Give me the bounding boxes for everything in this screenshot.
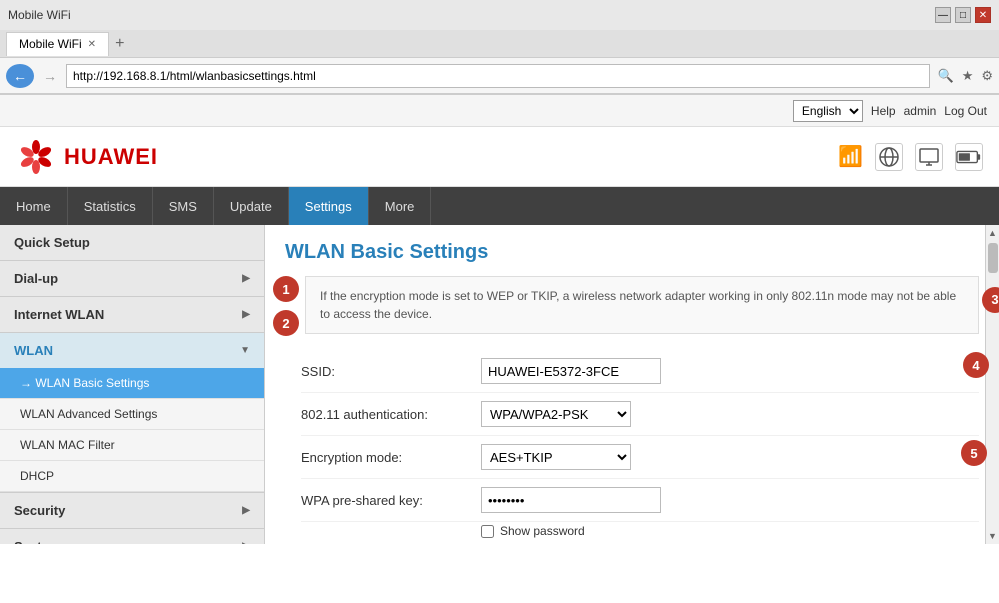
sidebar-section-dialup: Dial-up ▶: [0, 261, 264, 297]
forward-button[interactable]: →: [38, 64, 62, 88]
content-area: WLAN Basic Settings 1 2 3 If the encrypt…: [265, 225, 999, 544]
logout-link[interactable]: Log Out: [944, 104, 987, 118]
enc-control: AES+TKIP AES TKIP 5: [481, 444, 979, 470]
sidebar-item-wlan-basic[interactable]: WLAN Basic Settings: [0, 368, 264, 399]
nav-home[interactable]: Home: [0, 187, 68, 225]
admin-label: admin: [904, 104, 937, 118]
chevron-down-icon: ▼: [240, 345, 250, 356]
wpa-row: WPA pre-shared key:: [301, 479, 979, 522]
show-password-checkbox[interactable]: [481, 525, 494, 538]
sidebar-item-wlan-mac[interactable]: WLAN MAC Filter: [0, 430, 264, 461]
scrollbar-right[interactable]: ▲ ▼: [985, 225, 999, 544]
sidebar-item-dhcp[interactable]: DHCP: [0, 461, 264, 492]
sidebar-header-quicksetup[interactable]: Quick Setup: [0, 225, 264, 260]
nav-more[interactable]: More: [369, 187, 432, 225]
maximize-button[interactable]: □: [955, 7, 971, 23]
scroll-thumb[interactable]: [988, 243, 998, 273]
language-select[interactable]: English: [793, 100, 863, 122]
sidebar-section-internetwlan: Internet WLAN ▶: [0, 297, 264, 333]
auth-label: 802.11 authentication:: [301, 407, 481, 422]
minimize-button[interactable]: —: [935, 7, 951, 23]
sidebar-section-wlan: WLAN ▼ WLAN Basic Settings WLAN Advanced…: [0, 333, 264, 493]
sidebar-section-security: Security ▶: [0, 493, 264, 529]
scroll-down-arrow[interactable]: ▼: [985, 528, 999, 544]
show-password-row: Show password: [301, 522, 979, 540]
huawei-logo: HUAWEI: [16, 139, 158, 175]
sidebar-header-system[interactable]: System ▶: [0, 529, 264, 544]
nav-sms[interactable]: SMS: [153, 187, 214, 225]
sidebar-section-system: System ▶: [0, 529, 264, 544]
settings-icon[interactable]: ⚙: [981, 68, 993, 84]
auth-select[interactable]: WPA/WPA2-PSK WPA/WPA2-Enterprise Open: [481, 401, 631, 427]
new-tab-button[interactable]: +: [115, 35, 124, 53]
sidebar-header-internetwlan[interactable]: Internet WLAN ▶: [0, 297, 264, 332]
sidebar-header-security[interactable]: Security ▶: [0, 493, 264, 528]
wpa-label: WPA pre-shared key:: [301, 493, 481, 508]
ssid-row: SSID: 4: [301, 350, 979, 393]
ssid-label: SSID:: [301, 364, 481, 379]
sidebar-header-dialup[interactable]: Dial-up ▶: [0, 261, 264, 296]
help-link[interactable]: Help: [871, 104, 896, 118]
browser-tab[interactable]: Mobile WiFi ✕: [6, 32, 109, 56]
close-button[interactable]: ✕: [975, 7, 991, 23]
main-layout: Quick Setup Dial-up ▶ Internet WLAN ▶ WL…: [0, 225, 999, 544]
notice-text: 3 If the encryption mode is set to WEP o…: [305, 276, 979, 334]
tab-close-button[interactable]: ✕: [88, 39, 96, 50]
address-bar[interactable]: [66, 64, 930, 88]
nav-bar: ← → 🔍 ★ ⚙: [0, 58, 999, 94]
title-bar-title: Mobile WiFi: [8, 8, 71, 22]
show-password-label: Show password: [500, 524, 585, 538]
sidebar: Quick Setup Dial-up ▶ Internet WLAN ▶ WL…: [0, 225, 265, 544]
step-badge-4: 4: [963, 352, 989, 378]
step-badge-1: 1: [273, 276, 299, 302]
battery-icon: [955, 143, 983, 171]
top-nav-right: English Help admin Log Out: [0, 95, 999, 127]
show-password-control: Show password: [481, 524, 585, 538]
step-badge-2: 2: [273, 310, 299, 336]
search-icon[interactable]: 🔍: [938, 68, 954, 84]
main-nav: Home Statistics SMS Update Settings More: [0, 187, 999, 225]
nav-statistics[interactable]: Statistics: [68, 187, 153, 225]
step-badge-5: 5: [961, 440, 987, 466]
huawei-logo-icon: [16, 139, 56, 175]
logo-text: HUAWEI: [64, 144, 158, 170]
nav-settings[interactable]: Settings: [289, 187, 369, 225]
sidebar-item-wlan-advanced[interactable]: WLAN Advanced Settings: [0, 399, 264, 430]
auth-control: WPA/WPA2-PSK WPA/WPA2-Enterprise Open: [481, 401, 979, 427]
favorites-icon[interactable]: ★: [962, 68, 974, 84]
ssid-control: 4: [481, 358, 979, 384]
chevron-right-icon-2: ▶: [242, 309, 250, 320]
nav-update[interactable]: Update: [214, 187, 289, 225]
scroll-up-arrow[interactable]: ▲: [985, 225, 999, 241]
tab-label: Mobile WiFi: [19, 37, 82, 51]
tab-bar: Mobile WiFi ✕ +: [0, 30, 999, 58]
enc-label: Encryption mode:: [301, 450, 481, 465]
sidebar-section-quicksetup: Quick Setup: [0, 225, 264, 261]
monitor-icon: [915, 143, 943, 171]
wpa-input[interactable]: [481, 487, 661, 513]
huawei-header: HUAWEI 📶: [0, 127, 999, 187]
header-icons: 📶: [838, 143, 983, 171]
signal-icon: 📶: [838, 144, 863, 169]
enc-row: Encryption mode: AES+TKIP AES TKIP 5: [301, 436, 979, 479]
chevron-right-icon-3: ▶: [242, 505, 250, 516]
chevron-right-icon: ▶: [242, 273, 250, 284]
enc-select[interactable]: AES+TKIP AES TKIP: [481, 444, 631, 470]
globe-icon: [875, 143, 903, 171]
page-title: WLAN Basic Settings: [285, 241, 979, 264]
ssid-input[interactable]: [481, 358, 661, 384]
wpa-control: [481, 487, 979, 513]
back-button[interactable]: ←: [6, 64, 34, 88]
auth-row: 802.11 authentication: WPA/WPA2-PSK WPA/…: [301, 393, 979, 436]
chevron-right-icon-4: ▶: [242, 541, 250, 544]
ssid-broadcast-row: SSID Broadcast: Enable Disable: [301, 540, 979, 544]
title-bar: Mobile WiFi — □ ✕: [0, 0, 999, 30]
sidebar-header-wlan[interactable]: WLAN ▼: [0, 333, 264, 368]
